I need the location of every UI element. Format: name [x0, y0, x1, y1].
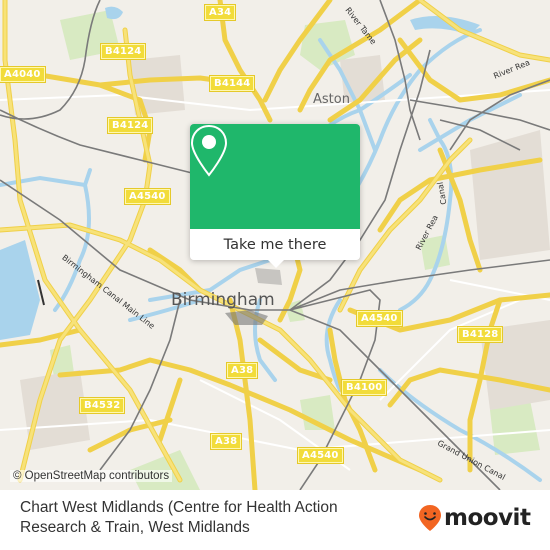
moovit-smile-pin-icon	[419, 505, 441, 531]
road-label-a34: A34	[203, 4, 237, 21]
popup-pointer	[267, 259, 285, 268]
osm-attribution[interactable]: © OpenStreetMap contributors	[10, 470, 173, 482]
destination-popup: Take me there	[190, 124, 360, 268]
moovit-logo[interactable]: moovit	[418, 504, 531, 532]
road-label-b4100: B4100	[340, 379, 388, 396]
road-label-b4144: B4144	[208, 75, 256, 92]
road-label-a38: A38	[209, 433, 243, 450]
road-label-a4540: A4540	[356, 310, 403, 327]
road-label-b4128: B4128	[456, 326, 504, 343]
road-label-a4040: A4040	[0, 66, 46, 83]
road-label-a38: A38	[225, 362, 259, 379]
location-title: Chart West Midlands (Centre for Health A…	[20, 499, 338, 536]
place-label-aston: Aston	[313, 92, 350, 107]
map[interactable]: A34 B4124 A4040 B4144 B4124 A4540 A4540 …	[0, 0, 550, 490]
place-label-birmingham: Birmingham	[171, 290, 275, 310]
road-label-a4540: A4540	[124, 188, 171, 205]
road-label-b4124: B4124	[99, 43, 147, 60]
road-label-b4532: B4532	[78, 397, 126, 414]
footer: Chart West Midlands (Centre for Health A…	[0, 490, 550, 550]
popup-header	[190, 124, 360, 229]
map-pin-icon	[190, 124, 228, 177]
take-me-there-button[interactable]: Take me there	[190, 229, 360, 260]
road-label-a4540: A4540	[297, 447, 344, 464]
road-label-b4124: B4124	[106, 117, 154, 134]
moovit-wordmark: moovit	[444, 505, 531, 531]
